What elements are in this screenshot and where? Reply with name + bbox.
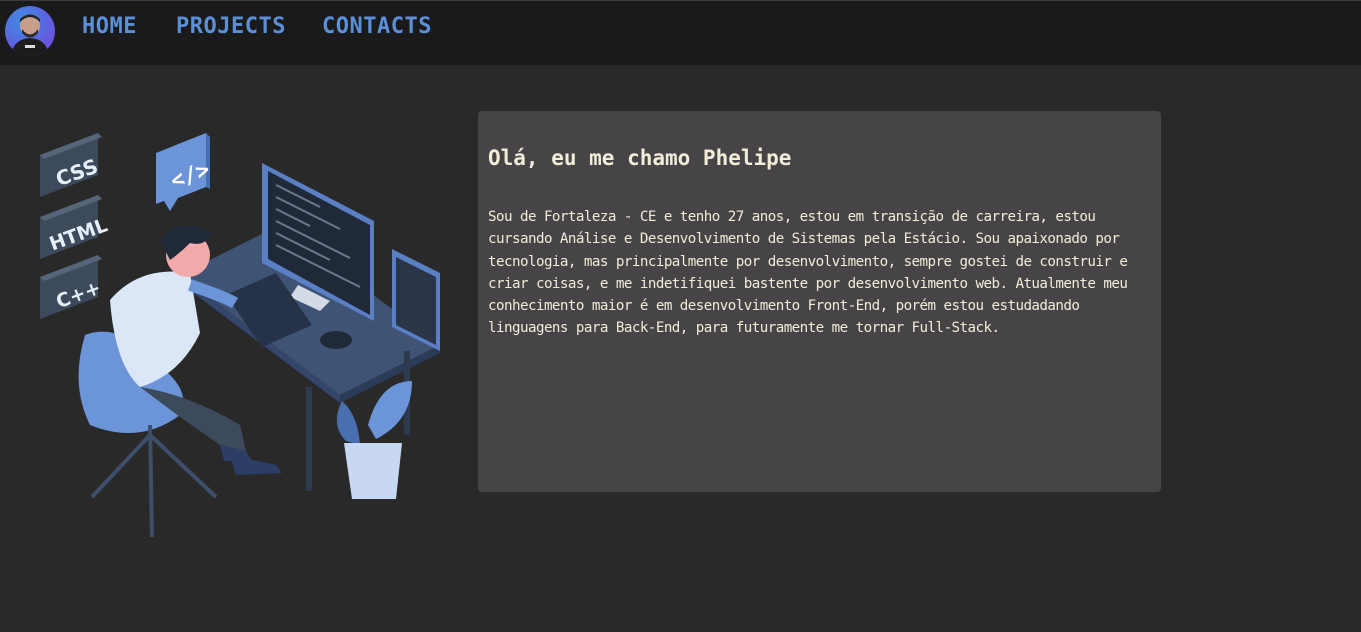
about-card: Olá, eu me chamo Phelipe Sou de Fortalez… bbox=[478, 111, 1161, 492]
avatar[interactable] bbox=[5, 6, 55, 56]
cpp-tag: C++ bbox=[40, 255, 104, 319]
developer-illustration: CSS HTML C++ </> bbox=[30, 125, 450, 545]
nav-projects-link[interactable]: PROJECTS bbox=[176, 14, 286, 39]
css-tag: CSS bbox=[40, 133, 102, 197]
nav-home-link[interactable]: HOME bbox=[82, 14, 137, 39]
html-tag: HTML bbox=[40, 195, 110, 259]
navbar: HOME PROJECTS CONTACTS bbox=[0, 0, 1361, 65]
developer-at-desk-icon: CSS HTML C++ </> bbox=[40, 133, 440, 538]
profile-photo-icon bbox=[11, 14, 49, 56]
code-badge: </> bbox=[156, 133, 213, 211]
nav-contacts-link[interactable]: CONTACTS bbox=[322, 14, 432, 39]
about-text: Sou de Fortaleza - CE e tenho 27 anos, e… bbox=[488, 209, 1128, 337]
about-title: Olá, eu me chamo Phelipe bbox=[488, 146, 792, 170]
